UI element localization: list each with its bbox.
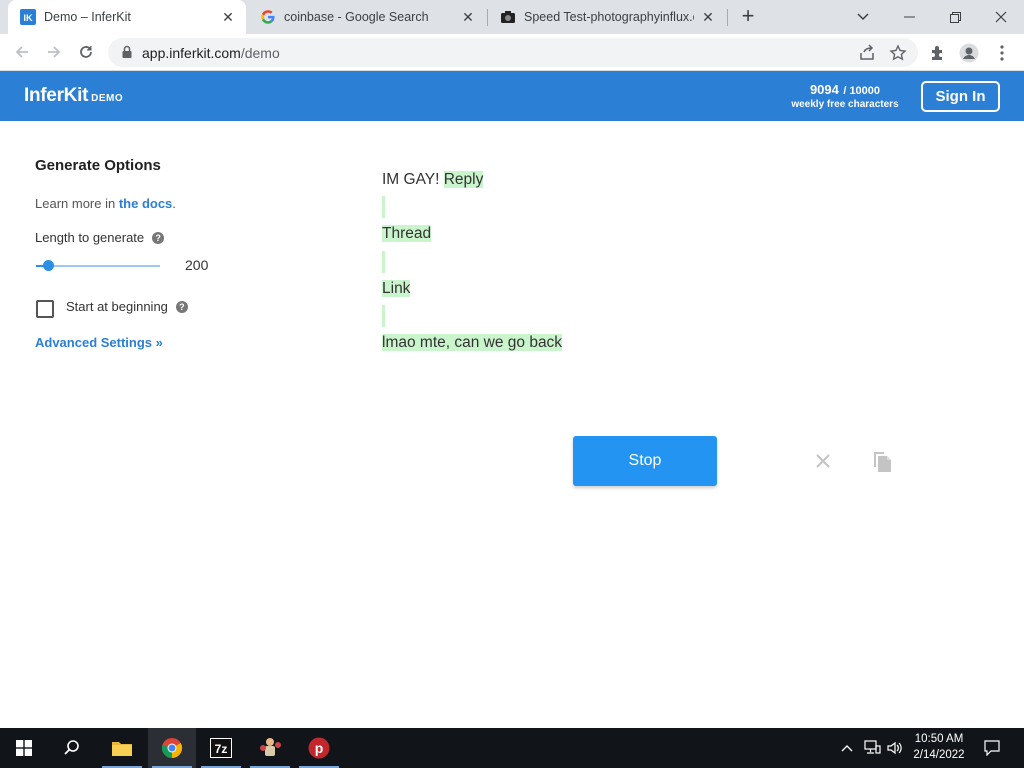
generated-text: Link — [382, 279, 411, 297]
tab-close-icon[interactable]: ✕ — [460, 9, 476, 25]
forward-icon[interactable] — [40, 38, 68, 66]
character-counter: 9094 / 10000 weekly free characters — [780, 81, 910, 110]
network-icon[interactable] — [861, 728, 883, 768]
inferkit-favicon-icon: IK — [20, 9, 36, 25]
tab-inferkit-demo[interactable]: IK Demo – InferKit ✕ — [8, 0, 246, 34]
menu-kebab-icon[interactable] — [992, 43, 1012, 63]
demo-badge: DEMO — [91, 93, 124, 104]
share-icon[interactable] — [858, 44, 876, 62]
generated-text: lmao mte, can we go back — [382, 334, 563, 352]
output-line: IM GAY! Reply — [382, 168, 562, 195]
svg-text:7z: 7z — [215, 742, 228, 756]
length-slider-thumb[interactable] — [42, 260, 54, 271]
prompt-text: IM GAY! — [382, 171, 440, 188]
camera-favicon-icon — [500, 9, 516, 25]
tab-separator — [727, 9, 728, 26]
tab-speed-test[interactable]: Speed Test-photographyinflux.co ✕ — [488, 0, 726, 34]
length-label-row: Length to generate ? — [35, 230, 165, 245]
start-windows-icon[interactable] — [0, 728, 48, 768]
output-line — [382, 304, 562, 331]
file-explorer-icon[interactable] — [98, 728, 146, 768]
address-bar[interactable]: app.inferkit.com/demo — [108, 38, 918, 67]
psiphon-icon[interactable]: p — [295, 728, 343, 768]
new-tab-icon[interactable]: + — [736, 5, 760, 29]
windows-taskbar: 7z p 10:50 AM 2/14/2022 — [0, 728, 1024, 768]
length-label: Length to generate — [35, 230, 145, 245]
tab-title: Demo – InferKit — [44, 10, 131, 24]
tab-close-icon[interactable]: ✕ — [700, 9, 716, 25]
advanced-settings-link[interactable]: Advanced Settings » — [35, 335, 163, 350]
length-slider-track[interactable] — [36, 265, 160, 267]
back-icon[interactable] — [8, 38, 36, 66]
chrome-icon[interactable] — [148, 728, 196, 768]
svg-text:IK: IK — [24, 13, 34, 23]
close-window-icon[interactable] — [978, 0, 1024, 34]
clock-date: 2/14/2022 — [913, 749, 965, 761]
generated-text: Thread — [382, 225, 432, 243]
docs-link[interactable]: the docs — [119, 196, 172, 211]
minimize-icon[interactable] — [886, 0, 932, 34]
tab-search-chevron-icon[interactable] — [840, 0, 886, 34]
svg-text:p: p — [315, 740, 324, 756]
stop-button[interactable]: Stop — [573, 436, 717, 486]
output-line: lmao mte, can we go back — [382, 331, 563, 358]
inferkit-logo[interactable]: InferKit DEMO — [24, 85, 123, 107]
taskbar-clock[interactable]: 10:50 AM 2/14/2022 — [906, 731, 972, 763]
generate-options-title: Generate Options — [35, 157, 161, 174]
generated-newline-marker — [382, 196, 385, 219]
google-favicon-icon — [260, 9, 276, 25]
logo-text: InferKit — [24, 85, 89, 106]
reload-icon[interactable] — [72, 38, 100, 66]
lock-icon — [120, 45, 134, 59]
bookmark-star-icon[interactable] — [889, 44, 907, 62]
learn-prefix: Learn more in — [35, 196, 119, 211]
browser-tab-bar: IK Demo – InferKit ✕ coinbase - Google S… — [0, 0, 1024, 34]
app-header: InferKit DEMO 9094 / 10000 weekly free ch… — [0, 71, 1024, 121]
learn-more-text: Learn more in the docs. — [35, 196, 176, 211]
output-line: Thread — [382, 222, 562, 249]
length-help-icon[interactable]: ? — [152, 231, 165, 244]
generated-output[interactable]: IM GAY! Reply Thread Link lmao mte, can … — [382, 168, 563, 358]
learn-suffix: . — [172, 196, 176, 211]
show-hidden-icons-chevron-icon[interactable] — [838, 728, 856, 768]
tab-close-icon[interactable]: ✕ — [220, 9, 236, 25]
generated-newline-marker — [382, 304, 385, 327]
generated-text: Reply — [443, 171, 484, 188]
profile-avatar-icon[interactable] — [959, 43, 979, 63]
volume-icon[interactable] — [884, 728, 906, 768]
clock-time: 10:50 AM — [914, 733, 964, 745]
clear-close-icon[interactable] — [813, 451, 833, 471]
generated-newline-marker — [382, 250, 385, 273]
output-line — [382, 250, 562, 277]
output-line — [382, 195, 562, 222]
sign-in-button[interactable]: Sign In — [921, 81, 1000, 112]
url-text: app.inferkit.com/demo — [142, 45, 280, 61]
browser-toolbar: app.inferkit.com/demo — [0, 34, 1024, 71]
tab-title: Speed Test-photographyinflux.co — [524, 10, 694, 24]
restore-icon[interactable] — [932, 0, 978, 34]
chars-used: 9094 — [809, 82, 839, 97]
length-value: 200 — [185, 257, 209, 273]
extensions-puzzle-icon[interactable] — [928, 43, 948, 63]
start-at-beginning-label[interactable]: Start at beginning — [66, 299, 168, 314]
output-line: Link — [382, 277, 562, 304]
start-at-beginning-checkbox[interactable] — [36, 300, 54, 318]
search-icon[interactable] — [48, 728, 96, 768]
chars-label: weekly free characters — [791, 98, 899, 110]
7zip-icon[interactable]: 7z — [197, 728, 245, 768]
tab-title: coinbase - Google Search — [284, 10, 429, 24]
start-help-icon[interactable]: ? — [175, 300, 188, 313]
fighter-app-icon[interactable] — [246, 728, 294, 768]
start-at-beginning-row: Start at beginning ? — [66, 299, 188, 314]
url-path: /demo — [240, 45, 280, 61]
chars-max: / 10000 — [843, 85, 881, 97]
notification-center-icon[interactable] — [980, 728, 1004, 768]
copy-icon[interactable] — [871, 449, 893, 473]
url-host: app.inferkit.com — [142, 45, 241, 61]
tab-coinbase-search[interactable]: coinbase - Google Search ✕ — [248, 0, 486, 34]
